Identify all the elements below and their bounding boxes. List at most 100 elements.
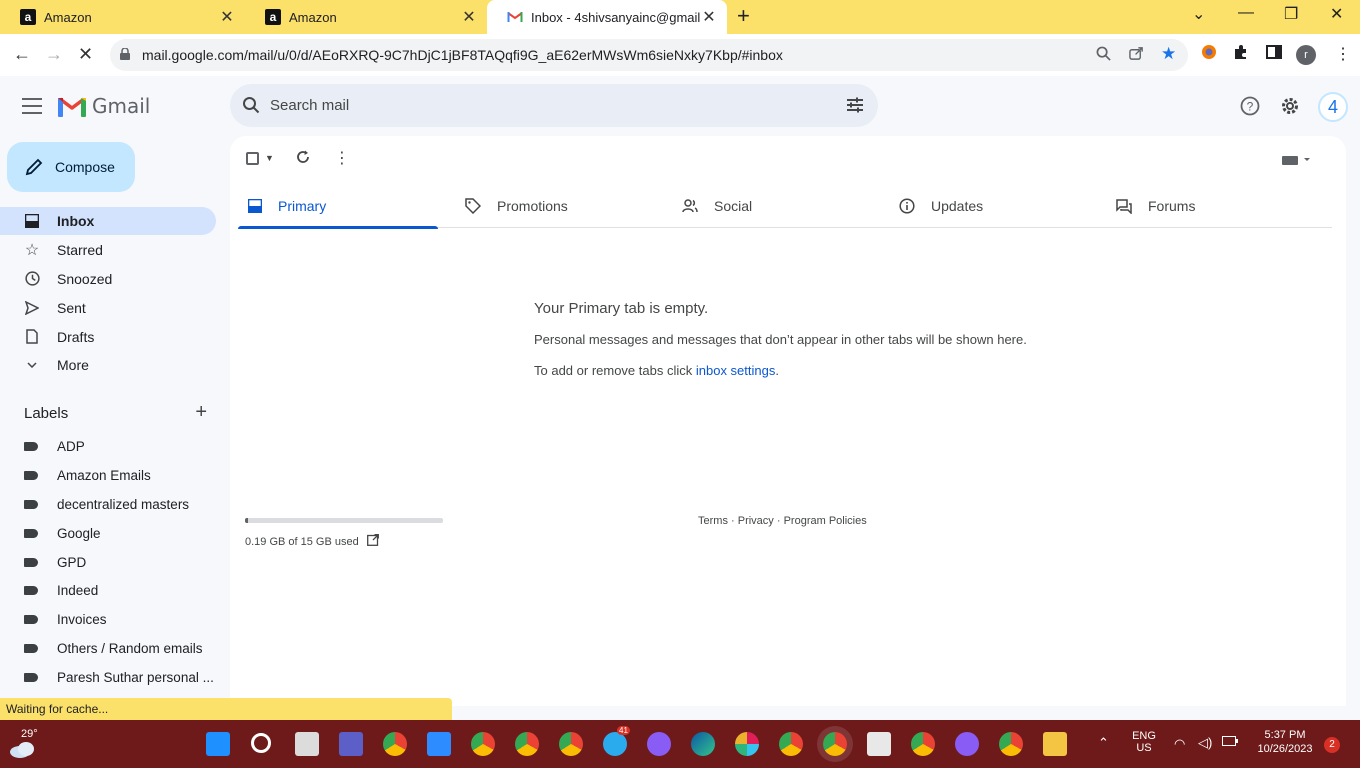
minimize-icon[interactable]: — bbox=[1238, 4, 1254, 22]
label-item[interactable]: Indeed bbox=[0, 576, 230, 605]
forward-icon[interactable]: → bbox=[45, 44, 63, 65]
open-storage-icon[interactable] bbox=[366, 534, 379, 549]
more-options-icon[interactable]: ⋮ bbox=[334, 148, 350, 168]
battery-icon[interactable] bbox=[1222, 736, 1238, 749]
label-item[interactable]: GPD bbox=[0, 548, 230, 577]
tab-search-icon[interactable]: ⌄ bbox=[1192, 4, 1205, 24]
search-icon[interactable] bbox=[242, 96, 260, 114]
privacy-link[interactable]: Privacy bbox=[738, 515, 774, 527]
zoom-search-icon[interactable] bbox=[1096, 46, 1111, 65]
main-menu-icon[interactable] bbox=[22, 98, 42, 114]
chrome-icon-active[interactable] bbox=[823, 732, 847, 756]
clock[interactable]: 5:37 PM 10/26/2023 bbox=[1252, 729, 1318, 755]
gmail-logo[interactable]: Gmail bbox=[58, 94, 150, 118]
start-menu-icon[interactable] bbox=[206, 732, 230, 756]
chrome-icon[interactable] bbox=[471, 732, 495, 756]
label-item[interactable]: Others / Random emails bbox=[0, 634, 230, 663]
select-all-checkbox[interactable] bbox=[246, 151, 259, 165]
language-indicator[interactable]: ENG US bbox=[1130, 730, 1158, 754]
label-item[interactable]: ADP bbox=[0, 432, 230, 461]
tab-primary[interactable]: Primary bbox=[238, 184, 438, 229]
sidebar-item-drafts[interactable]: Drafts bbox=[0, 323, 216, 351]
extension-icon[interactable] bbox=[1201, 44, 1217, 65]
snipping-tool-icon[interactable] bbox=[867, 732, 891, 756]
bookmark-star-icon[interactable]: ★ bbox=[1161, 44, 1176, 64]
zoom-icon[interactable] bbox=[427, 732, 451, 756]
window-close-icon[interactable]: ✕ bbox=[1330, 4, 1343, 24]
show-hidden-icons[interactable]: ⌃ bbox=[1098, 735, 1109, 751]
chrome-icon[interactable] bbox=[911, 732, 935, 756]
label-item[interactable]: Invoices bbox=[0, 605, 230, 634]
tab-forums[interactable]: Forums bbox=[1106, 184, 1306, 228]
meet-chat-icon[interactable] bbox=[339, 732, 363, 756]
slack-icon[interactable] bbox=[735, 732, 759, 756]
refresh-icon[interactable] bbox=[296, 150, 310, 167]
browser-tab[interactable]: a Amazon ✕ bbox=[245, 0, 487, 34]
stop-loading-icon[interactable]: ✕ bbox=[78, 44, 93, 65]
tab-label: Social bbox=[714, 198, 753, 214]
compose-button[interactable]: Compose bbox=[7, 142, 135, 192]
sidebar-item-label: Starred bbox=[57, 241, 103, 258]
select-dropdown-icon[interactable]: ▼ bbox=[265, 153, 274, 163]
labels-heading-text: Labels bbox=[24, 405, 69, 422]
tab-social[interactable]: Social bbox=[672, 184, 872, 228]
edge-icon[interactable] bbox=[691, 732, 715, 756]
puzzle-extensions-icon[interactable] bbox=[1233, 44, 1249, 65]
search-placeholder: Search mail bbox=[270, 97, 350, 114]
profile-avatar[interactable]: r bbox=[1296, 45, 1316, 65]
close-tab-icon[interactable]: ✕ bbox=[461, 7, 477, 27]
task-view-icon[interactable] bbox=[295, 732, 319, 756]
chrome-icon[interactable] bbox=[515, 732, 539, 756]
tab-title: Inbox - 4shivsanyainc@gmail.co bbox=[531, 9, 701, 25]
chrome-icon[interactable] bbox=[999, 732, 1023, 756]
help-icon[interactable]: ? bbox=[1240, 96, 1260, 119]
browser-tab[interactable]: a Amazon ✕ bbox=[0, 0, 245, 34]
create-label-icon[interactable]: + bbox=[195, 401, 207, 424]
label-item[interactable]: Amazon Emails bbox=[0, 461, 230, 490]
sidebar-item-sent[interactable]: Sent bbox=[0, 294, 216, 322]
sidebar-item-starred[interactable]: ☆ Starred bbox=[0, 236, 216, 264]
labels-list: ADP Amazon Emails decentralized masters … bbox=[0, 432, 230, 692]
telegram-icon[interactable]: 41 bbox=[603, 726, 630, 756]
search-options-icon[interactable] bbox=[846, 96, 864, 114]
chrome-icon[interactable] bbox=[559, 732, 583, 756]
label-item[interactable]: Google bbox=[0, 519, 230, 548]
file-explorer-icon[interactable] bbox=[1043, 732, 1067, 756]
side-panel-icon[interactable] bbox=[1266, 44, 1282, 65]
input-tools-icon[interactable] bbox=[1282, 152, 1312, 168]
account-avatar[interactable]: 4 bbox=[1318, 92, 1348, 122]
chrome-icon[interactable] bbox=[779, 732, 803, 756]
back-icon[interactable]: ← bbox=[13, 44, 31, 65]
search-bar[interactable]: Search mail bbox=[230, 84, 878, 127]
send-icon bbox=[24, 300, 40, 316]
label-item[interactable]: decentralized masters bbox=[0, 490, 230, 519]
close-tab-icon[interactable]: ✕ bbox=[701, 7, 717, 27]
sidebar-item-more[interactable]: More bbox=[0, 351, 216, 379]
sidebar-item-snoozed[interactable]: Snoozed bbox=[0, 265, 216, 293]
close-tab-icon[interactable]: ✕ bbox=[219, 7, 235, 27]
address-bar[interactable]: mail.google.com/mail/u/0/d/AEoRXRQ-9C7hD… bbox=[110, 39, 1188, 71]
messenger-icon[interactable] bbox=[955, 732, 979, 756]
browser-menu-icon[interactable]: ⋮ bbox=[1335, 44, 1351, 64]
amazon-icon: a bbox=[265, 9, 281, 25]
messenger-icon[interactable] bbox=[647, 732, 671, 756]
share-icon[interactable] bbox=[1129, 46, 1144, 65]
notification-badge[interactable]: 2 bbox=[1324, 737, 1340, 753]
tab-updates[interactable]: Updates bbox=[889, 184, 1089, 228]
inbox-settings-link[interactable]: inbox settings bbox=[696, 363, 776, 378]
new-tab-icon[interactable]: + bbox=[737, 5, 750, 27]
volume-icon[interactable]: ◁) bbox=[1198, 735, 1212, 751]
taskbar-search-icon[interactable] bbox=[251, 733, 271, 753]
chrome-icon[interactable] bbox=[383, 732, 407, 756]
browser-tab-active[interactable]: Inbox - 4shivsanyainc@gmail.co ✕ bbox=[487, 0, 727, 34]
program-policies-link[interactable]: Program Policies bbox=[784, 515, 867, 527]
settings-gear-icon[interactable] bbox=[1280, 96, 1300, 119]
tab-promotions[interactable]: Promotions bbox=[455, 184, 655, 228]
browser-tabstrip: a Amazon ✕ a Amazon ✕ Inbox - 4shivsanya… bbox=[0, 0, 1360, 34]
restore-icon[interactable]: ❐ bbox=[1284, 4, 1298, 24]
terms-link[interactable]: Terms bbox=[698, 515, 728, 527]
lang-line2: US bbox=[1136, 742, 1152, 754]
wifi-icon[interactable]: ◠ bbox=[1174, 736, 1185, 752]
label-item[interactable]: Paresh Suthar personal ... bbox=[0, 663, 230, 692]
sidebar-item-inbox[interactable]: Inbox bbox=[0, 207, 216, 235]
